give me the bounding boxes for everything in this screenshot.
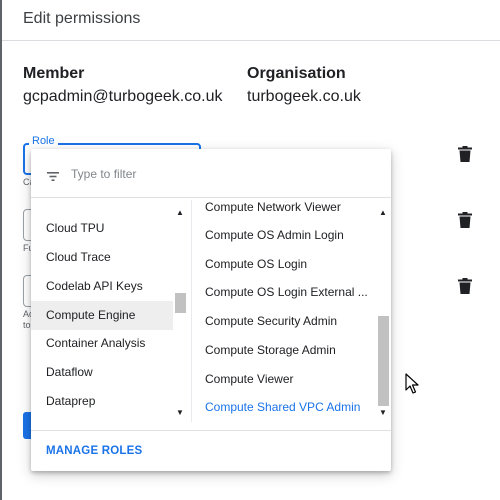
role-list: Compute Network Viewer Compute OS Admin … xyxy=(191,200,380,422)
scrollbar-thumb[interactable] xyxy=(378,316,389,406)
member-label: Member xyxy=(23,65,85,82)
service-item[interactable]: Dataflow xyxy=(31,358,173,387)
scroll-up-arrow-icon[interactable]: ▲ xyxy=(377,207,389,219)
role-item[interactable]: Compute Network Viewer xyxy=(192,200,380,222)
trash-icon[interactable] xyxy=(458,212,472,228)
role-item-selected[interactable]: Compute Shared VPC Admin xyxy=(192,393,380,422)
service-item-compute-engine[interactable]: Compute Engine xyxy=(31,301,173,330)
role-item[interactable]: Compute OS Login xyxy=(192,250,380,279)
service-list-scrollbar[interactable]: ▲ ▼ xyxy=(174,207,186,419)
member-value: gcpadmin@turbogeek.co.uk xyxy=(23,88,223,105)
window-left-edge xyxy=(0,0,2,500)
filter-icon xyxy=(47,168,59,186)
service-item[interactable]: Codelab API Keys xyxy=(31,272,173,301)
role-dropdown-menu: Cloud TPU Cloud Trace Codelab API Keys C… xyxy=(31,149,391,471)
role-item[interactable]: Compute Security Admin xyxy=(192,307,380,336)
service-item[interactable]: Dataprep xyxy=(31,387,173,416)
role-item[interactable]: Compute OS Admin Login xyxy=(192,221,380,250)
role-item[interactable]: Compute Storage Admin xyxy=(192,336,380,365)
dialog-header: Edit permissions xyxy=(2,0,500,41)
scroll-down-arrow-icon[interactable]: ▼ xyxy=(174,407,186,419)
scroll-up-arrow-icon[interactable]: ▲ xyxy=(174,207,186,219)
organisation-label: Organisation xyxy=(247,65,346,82)
role-hint-3b: to xyxy=(23,320,31,330)
role-list-scrollbar[interactable]: ▲ ▼ xyxy=(377,207,389,419)
dropdown-footer: MANAGE ROLES xyxy=(31,430,391,471)
filter-bar xyxy=(31,149,391,198)
page-title: Edit permissions xyxy=(23,10,141,27)
organisation-value: turbogeek.co.uk xyxy=(247,88,361,105)
manage-roles-link[interactable]: MANAGE ROLES xyxy=(46,445,142,457)
service-item[interactable]: Cloud TPU xyxy=(31,214,173,243)
mouse-cursor-icon xyxy=(405,373,419,400)
filter-input[interactable] xyxy=(69,163,373,185)
role-field-label: Role xyxy=(29,135,58,147)
scroll-down-arrow-icon[interactable]: ▼ xyxy=(377,407,389,419)
role-item[interactable]: Compute Viewer xyxy=(192,365,380,394)
scrollbar-thumb[interactable] xyxy=(175,293,186,313)
service-item[interactable]: Cloud Trace xyxy=(31,243,173,272)
role-item[interactable]: Compute OS Login External ... xyxy=(192,278,380,307)
trash-icon[interactable] xyxy=(458,146,472,162)
service-list: Cloud TPU Cloud Trace Codelab API Keys C… xyxy=(31,200,173,422)
trash-icon[interactable] xyxy=(458,278,472,294)
service-item[interactable]: Container Analysis xyxy=(31,329,173,358)
